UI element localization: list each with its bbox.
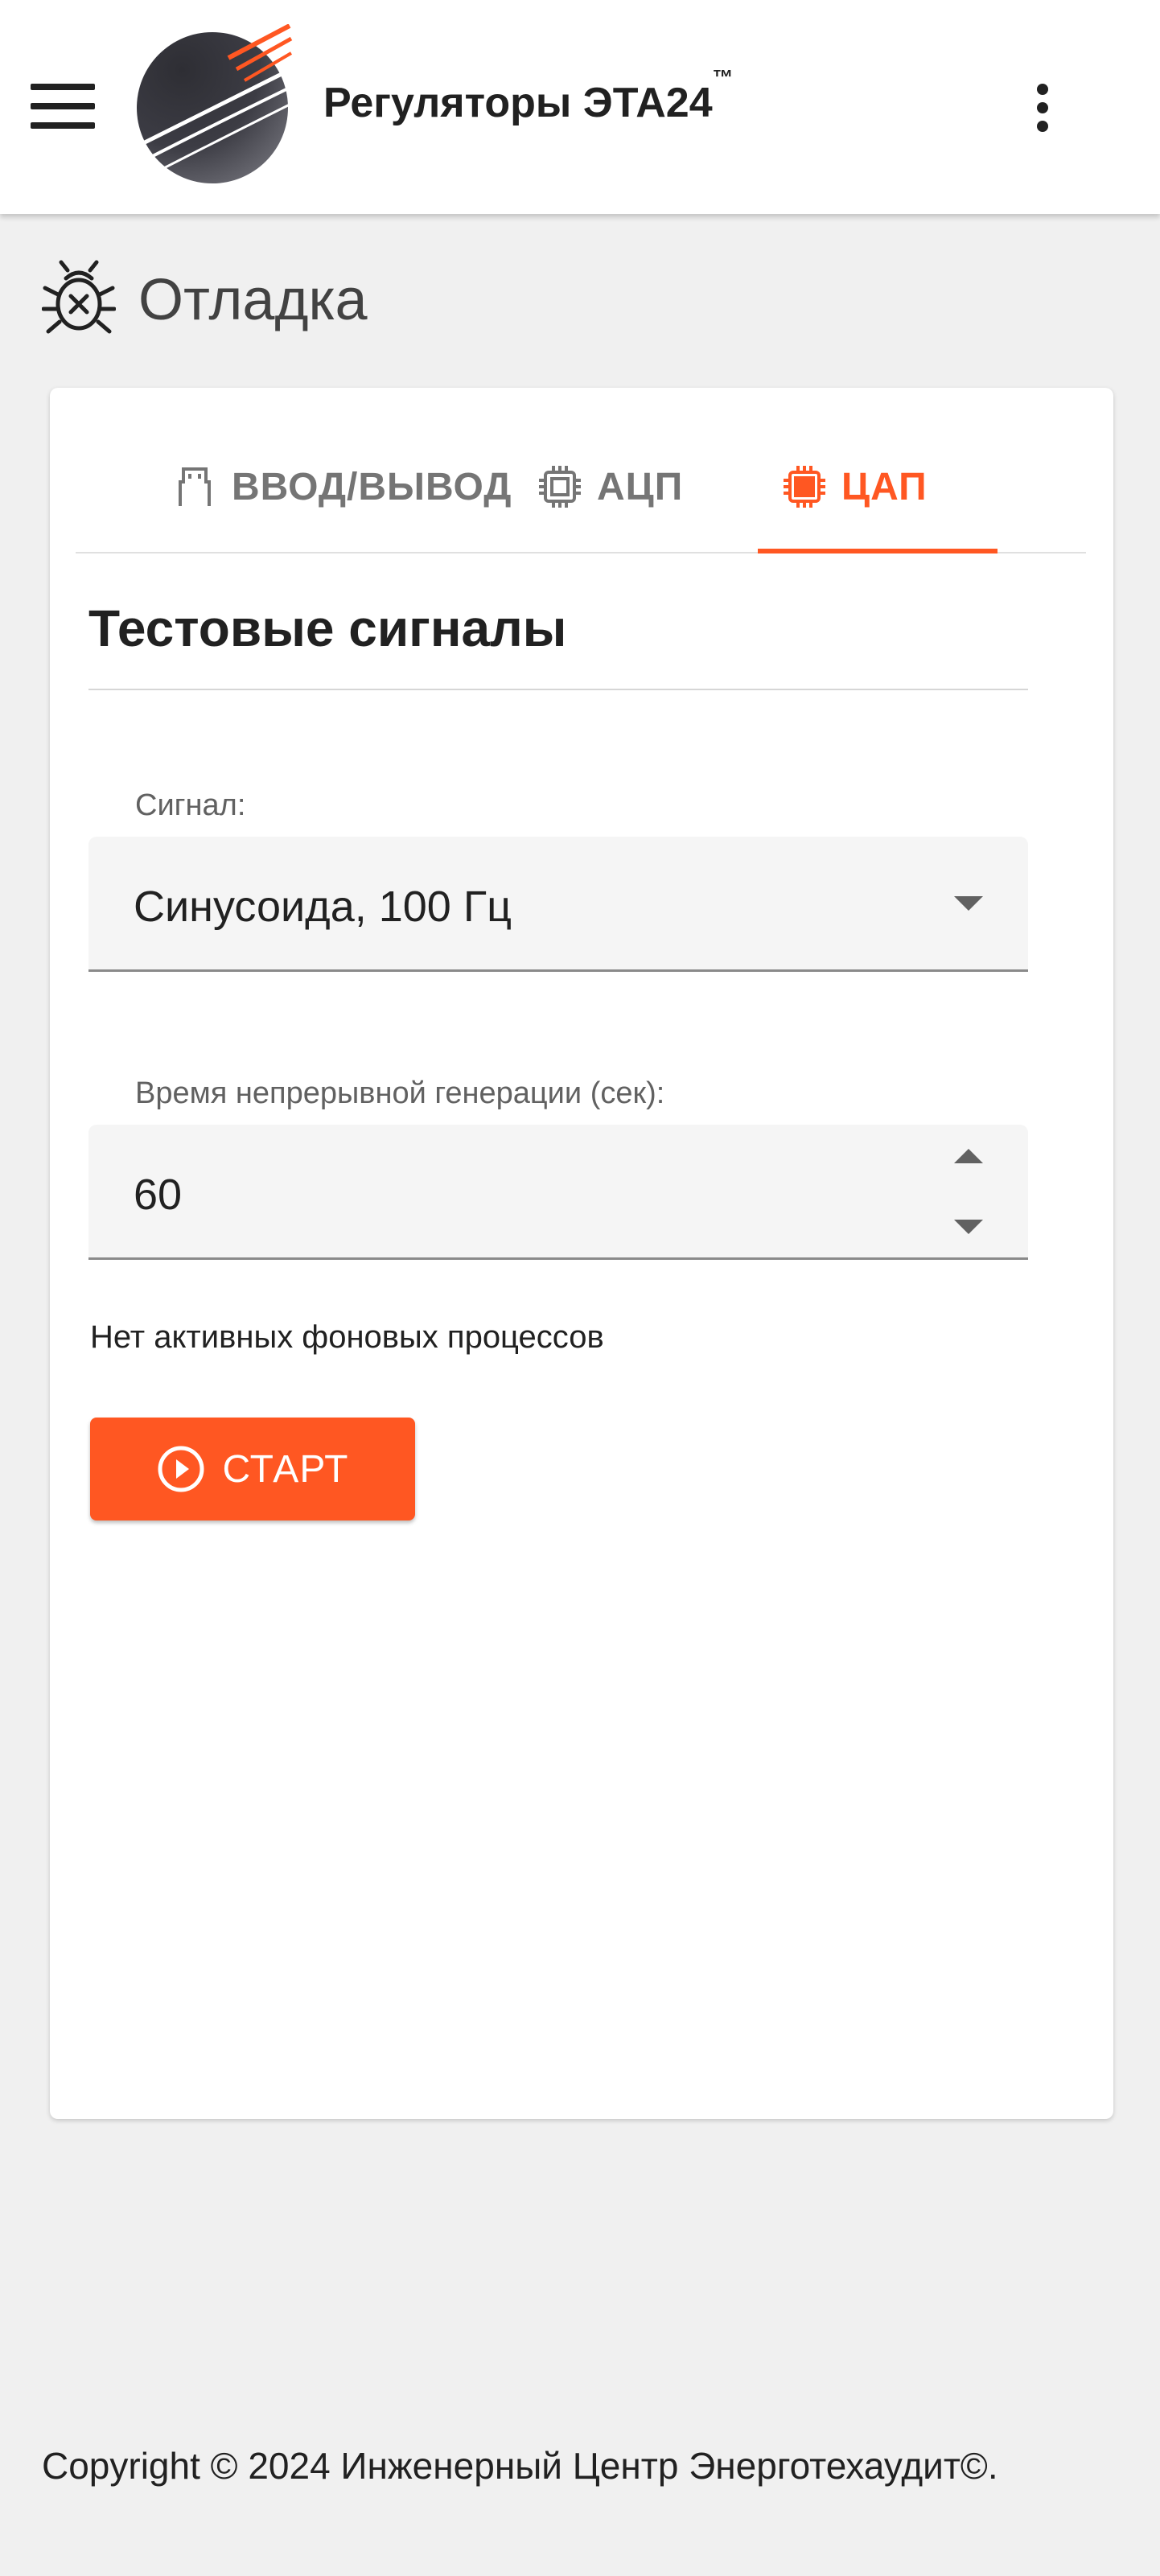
logo [137, 24, 293, 183]
start-button-label: СТАРТ [222, 1447, 349, 1491]
tab-dac-label: ЦАП [841, 465, 928, 508]
app-title-text: Регуляторы ЭТА24 [323, 80, 713, 126]
tab-dac[interactable]: ЦАП [782, 420, 928, 553]
section-title: Тестовые сигналы [88, 599, 1028, 690]
duration-label: Время непрерывной генерации (сек): [135, 1076, 665, 1110]
tab-bar: ВВОД/ВЫВОД АЦП ЦАП [76, 420, 1086, 553]
signal-select-value: Синусоида, 100 Гц [134, 883, 512, 931]
tab-adc[interactable]: АЦП [537, 420, 683, 553]
tab-adc-label: АЦП [597, 465, 684, 508]
signal-label: Сигнал: [135, 788, 246, 822]
usb-port-icon [179, 467, 211, 506]
copyright-footer: Copyright © 2024 Инженерный Центр Энерго… [42, 2445, 998, 2487]
hamburger-menu-icon[interactable] [31, 77, 95, 135]
duration-input-value: 60 [134, 1171, 183, 1219]
dropdown-arrow-icon[interactable] [954, 896, 983, 911]
debug-card: ВВОД/ВЫВОД АЦП ЦАП Тестовые сигналы Сигн… [50, 388, 1113, 2119]
bug-icon [42, 260, 116, 334]
signal-select[interactable]: Синусоида, 100 Гц [88, 837, 1028, 972]
trademark-mark: ™ [712, 64, 734, 89]
increment-arrow-icon[interactable] [954, 1149, 983, 1163]
chip-filled-icon [784, 466, 825, 508]
tab-io[interactable]: ВВОД/ВЫВОД [172, 420, 512, 553]
tab-io-label: ВВОД/ВЫВОД [232, 465, 512, 508]
background-process-status: Нет активных фоновых процессов [90, 1319, 604, 1355]
chip-outline-icon [539, 466, 581, 508]
more-vert-icon[interactable] [1018, 82, 1067, 134]
duration-number-input[interactable]: 60 [88, 1125, 1028, 1260]
app-title: Регуляторы ЭТА24™ [323, 65, 734, 127]
start-button[interactable]: СТАРТ [90, 1418, 415, 1520]
play-circle-icon [158, 1446, 204, 1492]
decrement-arrow-icon[interactable] [954, 1220, 983, 1234]
page-title: Отладка [138, 268, 368, 332]
app-bar: Регуляторы ЭТА24™ [0, 0, 1160, 214]
active-tab-indicator [758, 549, 998, 553]
